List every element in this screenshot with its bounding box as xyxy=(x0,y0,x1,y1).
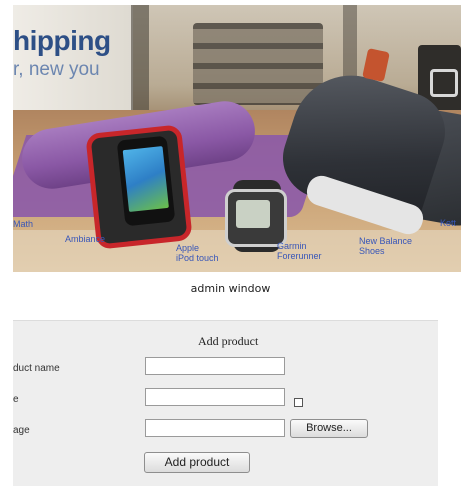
browse-button[interactable]: Browse... xyxy=(290,419,368,438)
caption-nb-line1: New Balance xyxy=(359,236,413,246)
product-name-input[interactable] xyxy=(145,357,285,375)
caption-apple[interactable]: Apple iPod touch xyxy=(176,243,219,263)
caption-apple-line1: Apple xyxy=(176,243,200,253)
hero-banner: hipping r, new you Math Ambiance Apple i… xyxy=(13,5,461,272)
caption-apple-line2: iPod touch xyxy=(176,253,219,263)
image-label: age xyxy=(13,425,30,436)
admin-window-title: admin window xyxy=(190,282,271,295)
product-name-label: duct name xyxy=(13,363,60,374)
running-shoes-image xyxy=(272,40,461,238)
caption-garmin-line2: Forerunner xyxy=(277,251,322,261)
caption-ambiance[interactable]: Ambiance xyxy=(65,234,105,244)
banner-rack-pole xyxy=(131,5,149,115)
banner-headline: hipping xyxy=(13,25,111,56)
caption-garmin[interactable]: Garmin Forerunner xyxy=(277,241,322,261)
caption-garmin-line1: Garmin xyxy=(277,241,307,251)
field2-checkbox[interactable] xyxy=(294,398,303,407)
watch-face xyxy=(236,200,270,228)
caption-nb-line2: Shoes xyxy=(359,246,385,256)
field2-label: e xyxy=(13,394,19,405)
add-product-heading: Add product xyxy=(198,334,259,348)
image-path-input[interactable] xyxy=(145,419,285,437)
caption-kett[interactable]: Kett xyxy=(440,218,456,228)
banner-subline: r, new you xyxy=(13,59,100,80)
caption-new-balance[interactable]: New Balance Shoes xyxy=(359,236,412,256)
field2-input[interactable] xyxy=(145,388,285,406)
shoe-accent xyxy=(362,48,390,82)
ipod-screen xyxy=(122,146,169,212)
caption-math[interactable]: Math xyxy=(13,219,33,229)
add-product-panel: Add product duct name e age Browse... Ad… xyxy=(13,320,438,486)
add-product-button[interactable]: Add product xyxy=(144,452,250,473)
ipod-image xyxy=(116,135,176,227)
